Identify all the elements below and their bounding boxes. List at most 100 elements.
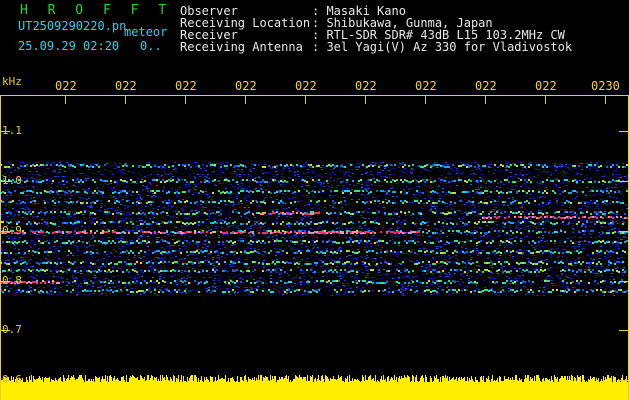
noise-pixel (34, 203, 36, 204)
noise-pixel (420, 222, 422, 223)
noise-pixel (402, 245, 404, 246)
noise-pixel (356, 166, 358, 167)
noise-pixel (476, 250, 478, 251)
noise-pixel (282, 294, 284, 295)
noise-pixel (138, 282, 140, 283)
noise-pixel (159, 226, 161, 227)
noise-pixel (53, 246, 55, 247)
noise-pixel (332, 203, 334, 204)
noise-pixel (277, 170, 279, 171)
noise-pixel (310, 167, 312, 168)
noise-pixel (6, 192, 8, 193)
noise-pixel (135, 227, 137, 228)
noise-pixel (68, 205, 70, 206)
noise-pixel (187, 243, 189, 244)
noise-pixel (217, 220, 219, 221)
noise-pixel (179, 187, 181, 188)
noise-pixel (412, 169, 414, 170)
noise-pixel (286, 221, 288, 222)
noise-pixel (444, 164, 446, 165)
noise-pixel (428, 240, 430, 241)
noise-pixel (386, 217, 388, 218)
noise-pixel (494, 169, 496, 170)
noise-pixel (126, 253, 128, 254)
noise-pixel (224, 257, 226, 258)
noise-pixel (506, 163, 508, 164)
noise-pixel (397, 228, 399, 229)
noise-pixel (498, 295, 500, 296)
noise-pixel (404, 235, 406, 236)
noise-pixel (362, 217, 364, 218)
noise-pixel (93, 245, 95, 246)
noise-pixel (480, 187, 482, 188)
noise-pixel (516, 193, 518, 194)
noise-pixel (537, 175, 539, 176)
noise-pixel (604, 215, 606, 216)
noise-pixel (542, 238, 544, 239)
noise-pixel (222, 294, 224, 295)
noise-pixel (64, 251, 66, 252)
noise-pixel (176, 196, 178, 197)
noise-pixel (555, 285, 557, 286)
noise-pixel (455, 246, 457, 247)
noise-pixel (154, 261, 156, 262)
noise-pixel (441, 175, 443, 176)
noise-pixel (99, 184, 101, 185)
noise-pixel (586, 187, 588, 188)
noise-pixel (276, 199, 278, 200)
noise-pixel (561, 282, 563, 283)
noise-pixel (316, 180, 318, 181)
noise-pixel (519, 201, 521, 202)
noise-pixel (622, 218, 624, 219)
noise-pixel (228, 226, 230, 227)
noise-pixel (316, 289, 318, 290)
noise-pixel (196, 204, 198, 205)
noise-pixel (389, 174, 391, 175)
noise-pixel (555, 249, 557, 250)
noise-pixel (189, 189, 191, 190)
noise-pixel (298, 217, 300, 218)
noise-pixel (196, 221, 198, 222)
noise-pixel (88, 246, 90, 247)
noise-pixel (39, 179, 41, 180)
noise-pixel (365, 210, 367, 211)
noise-pixel (501, 265, 503, 266)
noise-pixel (64, 171, 66, 172)
noise-pixel (592, 260, 594, 261)
noise-pixel (180, 195, 182, 196)
noise-pixel (512, 197, 514, 198)
noise-pixel (210, 229, 212, 230)
noise-pixel (487, 164, 489, 165)
noise-pixel (263, 268, 265, 269)
noise-pixel (350, 228, 352, 229)
noise-pixel (137, 274, 139, 275)
noise-pixel (442, 229, 444, 230)
noise-pixel (469, 255, 471, 256)
noise-pixel (380, 169, 382, 170)
noise-pixel (376, 218, 378, 219)
noise-pixel (599, 188, 601, 189)
noise-pixel (168, 199, 170, 200)
noise-pixel (436, 189, 438, 190)
noise-pixel (154, 288, 156, 289)
noise-pixel (536, 223, 538, 224)
noise-pixel (65, 273, 67, 274)
noise-pixel (46, 241, 48, 242)
noise-pixel (75, 182, 77, 183)
noise-pixel (575, 275, 577, 276)
noise-pixel (342, 181, 344, 182)
noise-pixel (318, 208, 320, 209)
noise-pixel (586, 230, 588, 231)
noise-pixel (255, 177, 257, 178)
noise-pixel (532, 192, 534, 193)
noise-pixel (149, 282, 151, 283)
noise-pixel (241, 189, 243, 190)
noise-pixel (448, 272, 450, 273)
noise-pixel (22, 266, 24, 267)
noise-pixel (515, 228, 517, 229)
noise-pixel (135, 235, 137, 236)
noise-pixel (601, 270, 603, 271)
noise-pixel (98, 210, 100, 211)
noise-pixel (292, 185, 294, 186)
noise-pixel (468, 240, 470, 241)
